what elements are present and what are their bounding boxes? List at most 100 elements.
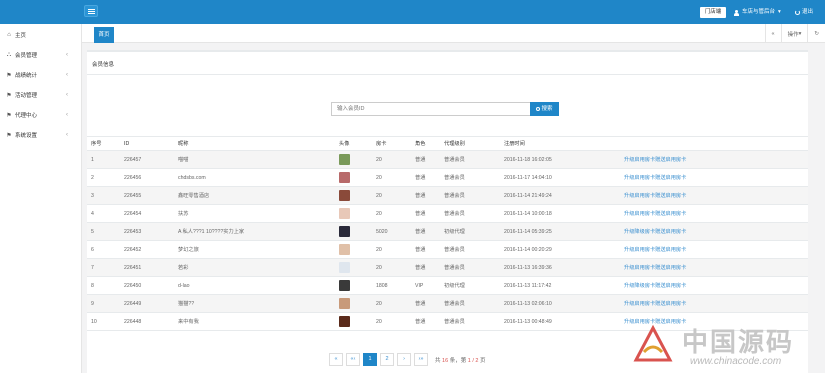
- row-agent-level: 普通会员: [444, 265, 465, 271]
- row-actions-link[interactable]: 升级降级房卡赠送启用房卡: [624, 277, 808, 295]
- next-page-button[interactable]: ›: [397, 353, 411, 366]
- row-avatar: [339, 277, 376, 295]
- row-index: 8: [91, 282, 94, 289]
- col-header-room-card: 房卡: [376, 136, 415, 151]
- tab-home[interactable]: 首页: [94, 27, 114, 43]
- row-room-card: 5020: [376, 228, 388, 235]
- tab-ops-dropdown[interactable]: 操作 ▾: [780, 24, 808, 43]
- sidebar-item-label: 战绩统计: [15, 73, 38, 79]
- search-button[interactable]: 搜索: [530, 102, 559, 116]
- sidebar-item-stats[interactable]: ⚑ 战绩统计 ‹: [0, 65, 81, 85]
- chevron-left-icon: ‹: [66, 92, 68, 98]
- col-header-id: ID: [124, 136, 178, 151]
- pagination-info-prefix: 共: [435, 357, 441, 364]
- row-index: 1: [91, 156, 94, 163]
- row-avatar: [339, 259, 376, 277]
- chevron-left-icon: ‹: [66, 72, 68, 78]
- row-avatar: [339, 295, 376, 313]
- row-actions-link[interactable]: 升级启用房卡赠送启用房卡: [624, 295, 808, 313]
- row-role: 普通: [415, 211, 426, 217]
- row-actions-link[interactable]: 升级启用房卡赠送启用房卡: [624, 259, 808, 277]
- tab-ops-label: 操作: [787, 31, 799, 38]
- row-index: 7: [91, 264, 94, 271]
- shop-button[interactable]: 门店端: [700, 7, 726, 18]
- first-page-button[interactable]: «: [329, 353, 343, 366]
- row-actions-link[interactable]: 升级降级房卡赠送启用房卡: [624, 223, 808, 241]
- row-room-card: 20: [376, 246, 382, 253]
- chevron-down-icon: ▾: [798, 30, 802, 37]
- table-row: 5 226453 A 私人???1 10????实力上家 5020 普通 初级代理 2016…: [87, 222, 808, 241]
- row-room-card: 20: [376, 210, 382, 217]
- avatar: [339, 262, 350, 273]
- table-row: 7 226451 若彩 20 普通 普通会员 2016-11-13 16:39:36 升级启用…: [87, 258, 808, 277]
- row-actions-link[interactable]: 升级启用房卡赠送启用房卡: [624, 169, 808, 187]
- row-actions-link[interactable]: 升级启用房卡赠送启用房卡: [624, 241, 808, 259]
- table-row: 3 226455 鑫旺零售酒店 20 普通 普通会员 2016-11-14 21:49:24…: [87, 186, 808, 205]
- avatar: [339, 298, 350, 309]
- flag-icon: ⚑: [6, 92, 12, 99]
- row-avatar: [339, 187, 376, 205]
- row-room-card: 20: [376, 174, 382, 181]
- search-button-label: 搜索: [541, 106, 553, 112]
- page-button-2[interactable]: 2: [380, 353, 394, 366]
- refresh-button[interactable]: ↻: [807, 24, 825, 43]
- watermark-text: 中国源码: [682, 328, 795, 358]
- pagination-info: 共 16 条，第 1 / 2 页: [435, 356, 486, 364]
- sidebar-item-activities[interactable]: ⚑ 活动管理 ‹: [0, 85, 81, 105]
- col-header-actions: [624, 136, 808, 151]
- row-role: 普通: [415, 157, 426, 163]
- row-avatar: [339, 169, 376, 187]
- row-agent-level: 初级代理: [444, 229, 465, 235]
- row-index: 9: [91, 300, 94, 307]
- sidebar-item-agents[interactable]: ⚑ 代理中心 ‹: [0, 105, 81, 125]
- row-actions-link[interactable]: 升级启用房卡赠送启用房卡: [624, 151, 808, 169]
- row-id: 226455: [124, 192, 142, 199]
- last-page-button[interactable]: ›»: [414, 353, 428, 366]
- row-register-time: 2016-11-14 00:20:29: [504, 246, 552, 253]
- sidebar-item-label: 活动管理: [15, 93, 38, 99]
- row-actions-link[interactable]: 升级启用房卡赠送启用房卡: [624, 205, 808, 223]
- sitemap-icon: ⛬: [6, 51, 12, 58]
- table-row: 8 226450 d-lao 1808 VIP 初级代理 2016-11-13 11:17:…: [87, 277, 808, 295]
- row-role: 普通: [415, 247, 426, 253]
- avatar: [339, 316, 350, 327]
- row-avatar: [339, 241, 376, 259]
- row-register-time: 2016-11-13 02:06:10: [504, 300, 552, 307]
- refresh-icon: ↻: [814, 30, 819, 37]
- col-header-register-time: 注册时间: [504, 136, 624, 151]
- sidebar-item-label: 会员管理: [15, 53, 38, 59]
- tab-scroll-left-button[interactable]: «: [764, 24, 781, 43]
- row-index: 10: [91, 318, 97, 325]
- row-room-card: 20: [376, 192, 382, 199]
- tab-controls: « 操作 ▾ ↻: [764, 24, 825, 43]
- row-agent-level: 普通会员: [444, 175, 465, 181]
- sidebar-item-settings[interactable]: ⚑ 系统设置 ‹: [0, 125, 81, 145]
- row-register-time: 2016-11-14 05:39:25: [504, 228, 552, 235]
- user-menu[interactable]: 车店与管后台 ▾: [734, 7, 781, 18]
- row-actions-link[interactable]: 升级启用房卡赠送启用房卡: [624, 187, 808, 205]
- row-id: 226448: [124, 318, 142, 325]
- logout-label: 退出: [802, 9, 814, 15]
- row-register-time: 2016-11-13 00:48:49: [504, 318, 552, 325]
- table-row: 2 226456 chdsbs.com 20 普通 普通会员 2016-11-17 14:0…: [87, 169, 808, 187]
- row-register-time: 2016-11-14 21:49:24: [504, 192, 552, 199]
- row-role: 普通: [415, 175, 426, 181]
- sidebar-item-members[interactable]: ⛬ 会员管理 ‹: [0, 45, 81, 65]
- page-button-1[interactable]: 1: [363, 353, 377, 366]
- row-id: 226451: [124, 264, 142, 271]
- member-id-search-input[interactable]: [331, 102, 531, 116]
- row-role: 普通: [415, 319, 426, 325]
- logout-button[interactable]: 退出: [795, 7, 813, 18]
- menu-toggle-button[interactable]: [84, 5, 98, 17]
- sidebar-item-home[interactable]: ⌂ 主页: [0, 24, 81, 45]
- prev-page-button[interactable]: «‹: [346, 353, 360, 366]
- row-room-card: 20: [376, 300, 382, 307]
- row-role: 普通: [415, 193, 426, 199]
- row-index: 6: [91, 246, 94, 253]
- row-id: 226450: [124, 282, 142, 289]
- sidebar-item-label: 主页: [15, 32, 27, 39]
- row-nickname: 扶苏: [178, 211, 189, 217]
- row-agent-level: 普通会员: [444, 211, 465, 217]
- top-navbar: 门店端 车店与管后台 ▾ 退出: [0, 0, 825, 24]
- col-header-nickname: 昵称: [178, 136, 339, 151]
